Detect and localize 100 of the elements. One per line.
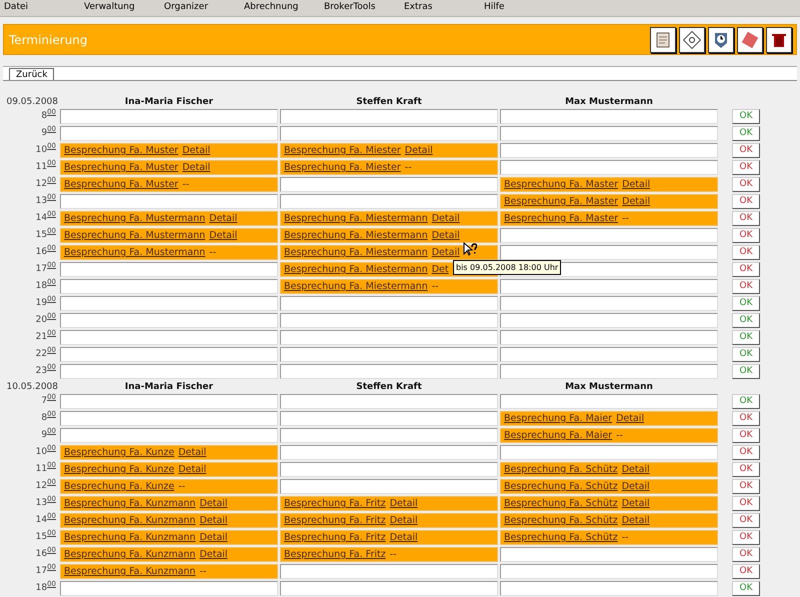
detail-link[interactable]: Detail [390, 497, 418, 510]
appointment-link[interactable]: Besprechung Fa. Master [504, 178, 618, 191]
ok-button[interactable]: OK [732, 496, 760, 511]
appointment-link[interactable]: Besprechung Fa. Master [504, 212, 618, 225]
ok-button[interactable]: OK [732, 564, 760, 579]
appointment-link[interactable]: Besprechung Fa. Miestermann [284, 229, 428, 242]
appointment-link[interactable]: Besprechung Fa. Mustermann [64, 229, 206, 242]
ok-button[interactable]: OK [732, 296, 760, 311]
detail-link[interactable]: Detail [622, 497, 650, 510]
appointment-link[interactable]: Besprechung Fa. Miestermann [284, 212, 428, 225]
appointment-link[interactable]: Besprechung Fa. Fritz [284, 548, 386, 561]
detail-link[interactable]: Detail [200, 514, 228, 527]
detail-link[interactable]: Detail [622, 195, 650, 208]
detail-link[interactable]: Detail [200, 548, 228, 561]
ok-button[interactable]: OK [732, 262, 760, 277]
appointment-link[interactable]: Besprechung Fa. Maier [504, 429, 612, 442]
appointment-link[interactable]: Besprechung Fa. Master [504, 195, 618, 208]
ok-button[interactable]: OK [732, 462, 760, 477]
appointment-link[interactable]: Besprechung Fa. Miester [284, 144, 401, 157]
detail-link[interactable]: Detail [622, 514, 650, 527]
ok-button[interactable]: OK [732, 211, 760, 226]
clock-icon[interactable] [708, 26, 734, 52]
detail-link[interactable]: Detail [404, 144, 433, 157]
ok-button[interactable]: OK [732, 313, 760, 328]
ok-button[interactable]: OK [732, 530, 760, 545]
ok-button[interactable]: OK [732, 581, 760, 596]
ok-button[interactable]: OK [732, 347, 760, 362]
ok-button[interactable]: OK [732, 479, 760, 494]
ok-button[interactable]: OK [732, 194, 760, 209]
detail-link[interactable]: Detail [390, 531, 418, 544]
menu-item[interactable]: BrokerTools [324, 2, 376, 16]
appointment-link[interactable]: Besprechung Fa. Schütz [504, 463, 618, 476]
menu-item[interactable]: Hilfe [484, 2, 504, 16]
detail-link[interactable]: Detail [616, 412, 644, 425]
detail-link[interactable]: Detail [622, 480, 650, 493]
menu-item[interactable]: Datei [4, 2, 28, 16]
appointment-link[interactable]: Besprechung Fa. Schütz [504, 497, 618, 510]
ok-button[interactable]: OK [732, 445, 760, 460]
appointment-link[interactable]: Besprechung Fa. Miestermann [284, 246, 428, 259]
menu-item[interactable]: Abrechnung [244, 2, 298, 16]
ok-button[interactable]: OK [732, 160, 760, 175]
appointment-link[interactable]: Besprechung Fa. Kunzmann [64, 565, 196, 578]
ok-button[interactable]: OK [732, 330, 760, 345]
appointment-link[interactable]: Besprechung Fa. Muster [64, 178, 178, 191]
detail-link[interactable]: Detail [182, 161, 210, 174]
appointment-link[interactable]: Besprechung Fa. Mustermann [64, 246, 206, 259]
detail-link[interactable]: Detail [200, 531, 228, 544]
appointment-link[interactable]: Besprechung Fa. Kunze [64, 446, 174, 459]
ok-button[interactable]: OK [732, 245, 760, 260]
detail-link[interactable]: Detail [178, 463, 206, 476]
appointment-link[interactable]: Besprechung Fa. Kunze [64, 480, 174, 493]
appointment-link[interactable]: Besprechung Fa. Miester [284, 161, 401, 174]
ok-button[interactable]: OK [732, 411, 760, 426]
ok-button[interactable]: OK [732, 513, 760, 528]
detail-link[interactable]: Detail [178, 446, 206, 459]
menu-item[interactable]: Verwaltung [84, 2, 135, 16]
detail-link[interactable]: Detail [622, 178, 650, 191]
ok-button[interactable]: OK [732, 394, 760, 409]
detail-link[interactable]: Detail [390, 514, 418, 527]
appointment-link[interactable]: Besprechung Fa. Fritz [284, 531, 386, 544]
ok-button[interactable]: OK [732, 547, 760, 562]
appointment-link[interactable]: Besprechung Fa. Schütz [504, 480, 618, 493]
appointment-link[interactable]: Besprechung Fa. Kunzmann [64, 531, 196, 544]
document-icon[interactable] [650, 26, 676, 52]
appointment-link[interactable]: Besprechung Fa. Schütz [504, 531, 618, 544]
ok-button[interactable]: OK [732, 109, 760, 124]
appointment-link[interactable]: Besprechung Fa. Schütz [504, 514, 618, 527]
ok-button[interactable]: OK [732, 143, 760, 158]
appointment-link[interactable]: Besprechung Fa. Miestermann [284, 280, 428, 293]
appointment-link[interactable]: Besprechung Fa. Fritz [284, 514, 386, 527]
menu-item[interactable]: Extras [404, 2, 432, 16]
appointment-link[interactable]: Besprechung Fa. Muster [64, 161, 178, 174]
menu-item[interactable]: Organizer [164, 2, 208, 16]
appointment-link[interactable]: Besprechung Fa. Kunzmann [64, 497, 196, 510]
appointment-link[interactable]: Besprechung Fa. Mustermann [64, 212, 206, 225]
detail-link[interactable]: Detail [182, 144, 210, 157]
appointment-link[interactable]: Besprechung Fa. Kunzmann [64, 514, 196, 527]
at-sign-icon[interactable] [679, 26, 705, 52]
ok-button[interactable]: OK [732, 177, 760, 192]
appointment-link[interactable]: Besprechung Fa. Fritz [284, 497, 386, 510]
ok-button[interactable]: OK [732, 279, 760, 294]
trash-icon[interactable] [766, 26, 792, 52]
detail-link[interactable]: Detail [432, 246, 460, 259]
ok-button[interactable]: OK [732, 364, 760, 379]
detail-link[interactable]: Detail [209, 212, 238, 225]
back-tab[interactable]: Zurück [9, 68, 54, 80]
appointment-link[interactable]: Besprechung Fa. Kunze [64, 463, 174, 476]
ok-button[interactable]: OK [732, 126, 760, 141]
detail-link[interactable]: Detail [622, 463, 650, 476]
ok-button[interactable]: OK [732, 228, 760, 243]
detail-link[interactable]: Detail [200, 497, 228, 510]
ok-button[interactable]: OK [732, 428, 760, 443]
appointment-link[interactable]: Besprechung Fa. Miestermann [284, 263, 428, 276]
detail-link[interactable]: Detail [432, 229, 460, 242]
detail-link[interactable]: Detail [432, 212, 460, 225]
appointment-link[interactable]: Besprechung Fa. Kunzmann [64, 548, 196, 561]
appointment-link[interactable]: Besprechung Fa. Maier [504, 412, 612, 425]
detail-link[interactable]: Det [432, 263, 449, 276]
detail-link[interactable]: Detail [209, 229, 238, 242]
appointment-link[interactable]: Besprechung Fa. Muster [64, 144, 178, 157]
